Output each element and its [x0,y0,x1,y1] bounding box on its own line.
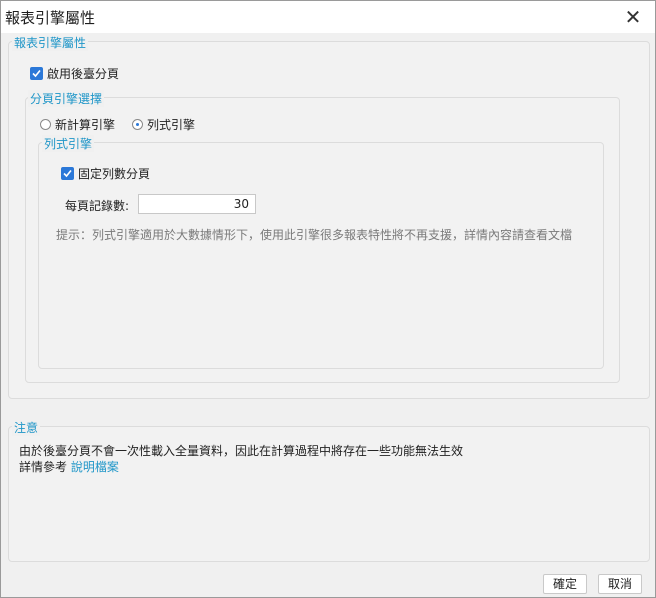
radio-unselected-icon[interactable] [40,119,51,130]
note-text-line2: 詳情參考 說明檔案 [19,458,119,475]
enable-paging-checkbox[interactable]: 啟用後臺分頁 [30,65,119,82]
checkbox-checked-icon[interactable] [61,167,74,180]
title-bar: 報表引擎屬性 ✕ [1,1,655,33]
fixed-rows-label: 固定列數分頁 [78,167,151,181]
note-prefix: 詳情參考 [19,460,71,474]
dialog-title: 報表引擎屬性 [5,9,96,27]
radio-columnar-engine[interactable]: 列式引擎 [132,116,195,133]
columnar-engine-legend: 列式引擎 [42,135,95,152]
note-legend: 注意 [12,419,41,436]
cancel-button[interactable]: 取消 [598,574,642,594]
help-doc-link[interactable]: 說明檔案 [71,460,119,474]
engine-selection-legend: 分頁引擎選擇 [28,90,105,107]
radio-selected-icon[interactable] [132,119,143,130]
engine-properties-legend: 報表引擎屬性 [12,34,89,51]
records-per-page-label: 每頁記錄數: [65,199,130,213]
note-text-line1: 由於後臺分頁不會一次性載入全量資料，因此在計算過程中將存在一些功能無法生效 [19,444,464,458]
radio-new-engine-label: 新計算引擎 [55,118,116,132]
dialog-window: 報表引擎屬性 ✕ 報表引擎屬性 啟用後臺分頁 分頁引擎選擇 新計算引擎 列式引擎… [0,0,656,598]
enable-paging-label: 啟用後臺分頁 [47,67,120,81]
radio-columnar-engine-label: 列式引擎 [147,118,196,132]
radio-new-engine[interactable]: 新計算引擎 [40,116,115,133]
close-icon[interactable]: ✕ [621,5,645,29]
columnar-hint-text: 提示：列式引擎適用於大數據情形下，使用此引擎很多報表特性將不再支援，詳情內容請查… [56,228,573,242]
ok-button[interactable]: 確定 [543,574,587,594]
records-per-page-input[interactable]: 30 [138,194,256,214]
fixed-rows-checkbox[interactable]: 固定列數分頁 [61,165,150,182]
checkbox-checked-icon[interactable] [30,67,43,80]
